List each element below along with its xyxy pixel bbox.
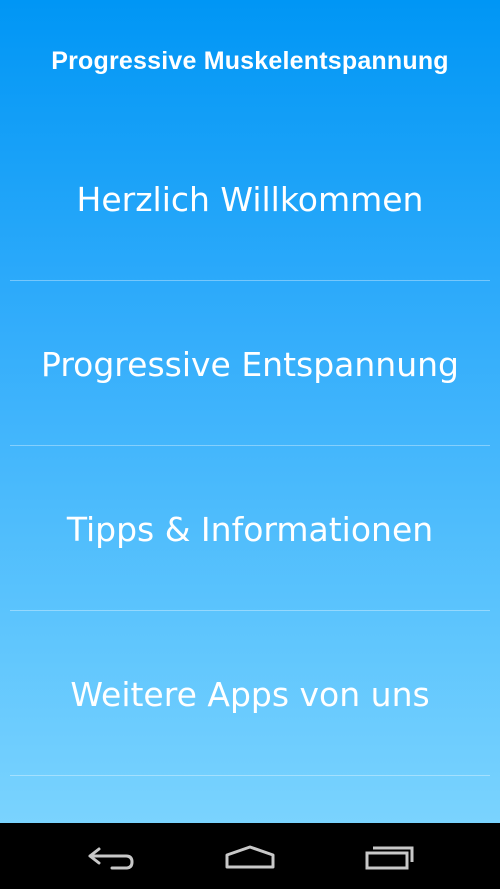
system-navigation-bar — [0, 823, 500, 889]
menu-item-label: Progressive Entspannung — [41, 345, 459, 384]
menu-item-label: Herzlich Willkommen — [76, 180, 424, 219]
menu-item-tips-info[interactable]: Tipps & Informationen — [10, 446, 490, 611]
back-icon — [88, 847, 134, 870]
menu-item-label: Weitere Apps von uns — [70, 675, 430, 714]
app-screen: Progressive Muskelentspannung Herzlich W… — [0, 0, 500, 889]
back-button[interactable] — [61, 823, 161, 889]
menu-item-more-apps[interactable]: Weitere Apps von uns — [10, 611, 490, 776]
home-button[interactable] — [200, 823, 300, 889]
recent-apps-icon — [365, 846, 414, 870]
divider — [10, 775, 490, 776]
menu-item-label: Tipps & Informationen — [66, 510, 434, 549]
home-icon — [225, 845, 275, 869]
main-content: Progressive Muskelentspannung Herzlich W… — [0, 0, 500, 823]
menu-item-progressive-relaxation[interactable]: Progressive Entspannung — [10, 281, 490, 446]
menu-item-welcome[interactable]: Herzlich Willkommen — [10, 116, 490, 281]
app-title: Progressive Muskelentspannung — [51, 47, 449, 75]
recent-apps-button[interactable] — [340, 823, 440, 889]
